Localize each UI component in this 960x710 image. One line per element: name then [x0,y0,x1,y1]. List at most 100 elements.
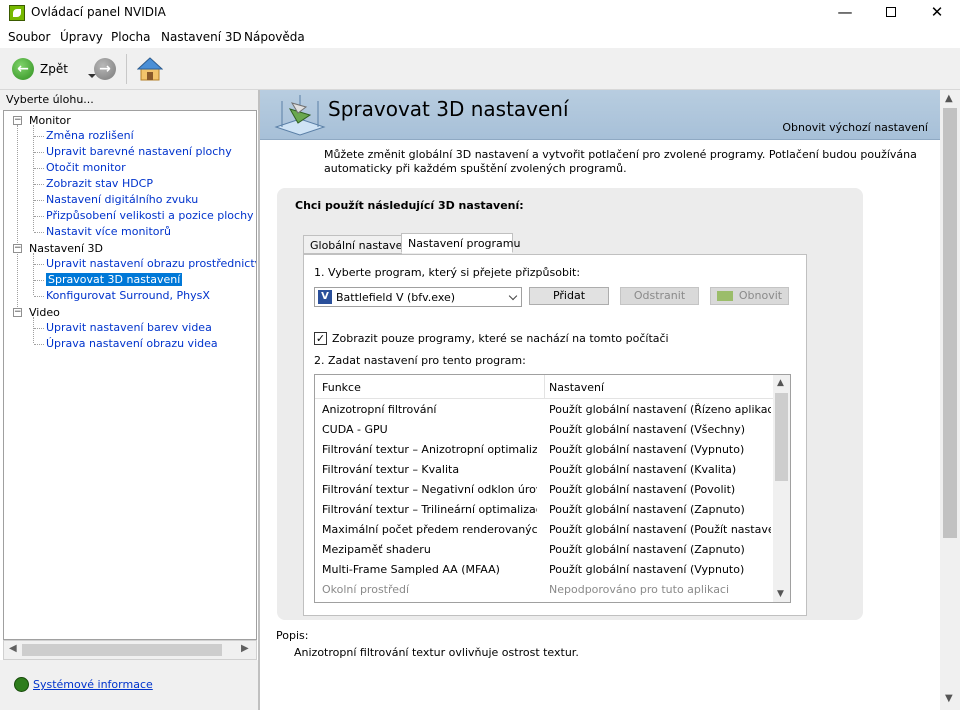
close-button[interactable]: ✕ [914,0,960,26]
tree-node-monitor[interactable]: Monitor [29,114,71,127]
grid-header: Funkce Nastavení [315,375,775,399]
step2-label: 2. Zadat nastavení pro tento program: [314,354,526,367]
back-label: Zpět [40,62,68,76]
page-banner: Spravovat 3D nastavení Obnovit výchozí n… [260,90,940,140]
setting-cell[interactable]: Použít globální nastavení (Vypnuto) [549,443,771,456]
tree-item-obraz-videa[interactable]: Úprava nastavení obrazu videa [46,337,218,350]
tree-item-stav-hdcp[interactable]: Zobrazit stav HDCP [46,177,153,190]
tab-global-settings[interactable]: Globální nastavení [303,235,412,254]
table-row[interactable]: Multi-Frame Sampled AA (MFAA) Použít glob… [315,560,775,580]
menu-napoveda[interactable]: Nápověda [244,30,305,44]
menu-plocha[interactable]: Plocha [111,30,150,44]
table-row[interactable]: Maximální počet předem renderovaných s..… [315,520,775,540]
content-vertical-scrollbar[interactable]: ▲ ▼ [940,90,960,710]
restore-defaults-link[interactable]: Obnovit výchozí nastavení [782,121,928,134]
system-info-link[interactable]: Systémové informace [33,678,153,691]
setting-cell[interactable]: Použít globální nastavení (Zapnuto) [549,543,771,556]
close-icon: ✕ [930,3,944,21]
remove-button[interactable]: Odstranit [620,287,699,305]
scrollbar-thumb[interactable] [22,644,222,656]
description-text: Anizotropní filtrování textur ovlivňuje … [294,646,579,659]
grid-vertical-scrollbar[interactable]: ▲ ▼ [773,375,790,602]
restore-button-label: Obnovit [738,289,783,302]
table-row[interactable]: Filtrování textur – Kvalita Použít globál… [315,460,775,480]
scroll-right-icon[interactable]: ▶ [241,643,249,654]
restore-button[interactable]: Obnovit [710,287,789,305]
feature-cell: Okolní prostředí [322,583,410,596]
step1-label: 1. Vyberte program, který si přejete při… [314,266,581,279]
table-row: Okolní prostředí Nepodporováno pro tuto a… [315,580,775,600]
local-programs-checkbox-label[interactable]: Zobrazit pouze programy, které se nacház… [332,332,669,345]
add-button[interactable]: Přidat [529,287,609,305]
home-icon[interactable] [137,56,163,82]
table-row[interactable]: Anizotropní filtrování Použít globální na… [315,400,775,420]
maximize-icon [886,7,896,17]
description-label: Popis: [276,629,309,642]
scroll-down-icon[interactable]: ▼ [945,693,953,704]
setting-cell[interactable]: Použít globální nastavení (Zapnuto) [549,503,771,516]
tree-item-digitalni-zvuk[interactable]: Nastavení digitálního zvuku [46,193,198,206]
local-programs-checkbox[interactable]: ✓ [314,332,327,345]
table-row[interactable]: Mezipaměť shaderu Použít globální nastave… [315,540,775,560]
scroll-down-icon[interactable]: ▼ [777,589,784,599]
feature-cell: Filtrování textur – Negativní odklon úro… [322,483,537,496]
tree-item-barvy-videa[interactable]: Upravit nastavení barev videa [46,321,212,334]
tree-item-otocit-monitor[interactable]: Otočit monitor [46,161,126,174]
tree-node-nastaveni-3d[interactable]: Nastavení 3D [29,242,103,255]
maximize-button[interactable] [868,0,914,26]
system-info-icon[interactable] [14,677,29,692]
chevron-down-icon [508,291,518,301]
tree-node-video[interactable]: Video [29,306,60,319]
program-settings-grid: Funkce Nastavení Anizotropní filtrování P… [314,374,791,603]
menu-soubor[interactable]: Soubor [8,30,50,44]
tree-item-surround-physx[interactable]: Konfigurovat Surround, PhysX [46,289,210,302]
back-button[interactable]: ← Zpět [10,56,96,82]
menu-nastaveni-3d[interactable]: Nastavení 3D [161,30,242,44]
program-select-value: Battlefield V (bfv.exe) [336,291,456,304]
column-header-feature[interactable]: Funkce [322,381,361,394]
scroll-left-icon[interactable]: ◀ [9,643,17,654]
table-row[interactable]: Filtrování textur – Negativní odklon úro… [315,480,775,500]
toolbar-separator [126,54,127,84]
tree-item-barevne-nastaveni[interactable]: Upravit barevné nastavení plochy [46,145,232,158]
tree-item-vice-monitoru[interactable]: Nastavit více monitorů [46,225,171,238]
title-bar: Ovládací panel NVIDIA — ✕ [0,0,960,26]
page-title: Spravovat 3D nastavení [328,97,569,121]
tab-program-settings[interactable]: Nastavení programu [401,233,520,253]
setting-cell[interactable]: Použít globální nastavení (Vypnuto) [549,563,771,576]
setting-cell[interactable]: Použít globální nastavení (Povolit) [549,483,771,496]
tree-item-velikost-pozice[interactable]: Přizpůsobení velikosti a pozice plochy [46,209,254,222]
table-row[interactable]: Filtrování textur – Anizotropní optimali… [315,440,775,460]
scroll-up-icon[interactable]: ▲ [777,378,784,388]
tree-horizontal-scrollbar[interactable]: ◀ ▶ [3,640,257,660]
scrollbar-thumb[interactable] [775,393,788,481]
collapse-icon[interactable]: − [13,308,22,317]
table-row[interactable]: CUDA - GPU Použít globální nastavení (Vše… [315,420,775,440]
3d-settings-icon [274,95,326,136]
tree-item-zmena-rozliseni[interactable]: Změna rozlišení [46,129,134,142]
column-header-setting[interactable]: Nastavení [549,381,604,394]
setting-cell[interactable]: Použít globální nastavení (Řízeno aplika… [549,403,771,416]
setting-cell[interactable]: Použít globální nastavení (Použít nastav… [549,523,771,536]
nvidia-app-icon [9,5,25,21]
scroll-up-icon[interactable]: ▲ [945,93,953,104]
collapse-icon[interactable]: − [13,244,22,253]
minimize-button[interactable]: — [822,0,868,26]
setting-cell[interactable]: Použít globální nastavení (Kvalita) [549,463,771,476]
menu-upravy[interactable]: Úpravy [60,30,103,44]
page-description: Můžete změnit globální 3D nastavení a vy… [324,148,917,175]
feature-cell: Anizotropní filtrování [322,403,437,416]
table-row[interactable]: Filtrování textur – Trilineární optimali… [315,500,775,520]
battlefield-icon: V [318,290,332,304]
tree-item-nastaveni-obrazu[interactable]: Upravit nastavení obrazu prostřednictvím… [46,257,256,270]
collapse-icon[interactable]: − [13,116,22,125]
setting-cell: Nepodporováno pro tuto aplikaci [549,583,730,596]
column-separator[interactable] [544,375,545,399]
program-select[interactable]: V Battlefield V (bfv.exe) [314,287,522,307]
feature-cell: Filtrování textur – Anizotropní optimali… [322,443,537,456]
setting-cell[interactable]: Použít globální nastavení (Všechny) [549,423,771,436]
tree-item-spravovat-3d[interactable]: Spravovat 3D nastavení [46,273,183,286]
feature-cell: Filtrování textur – Trilineární optimali… [322,503,537,516]
scrollbar-thumb[interactable] [943,108,957,538]
forward-arrow-icon[interactable]: → [94,58,116,80]
